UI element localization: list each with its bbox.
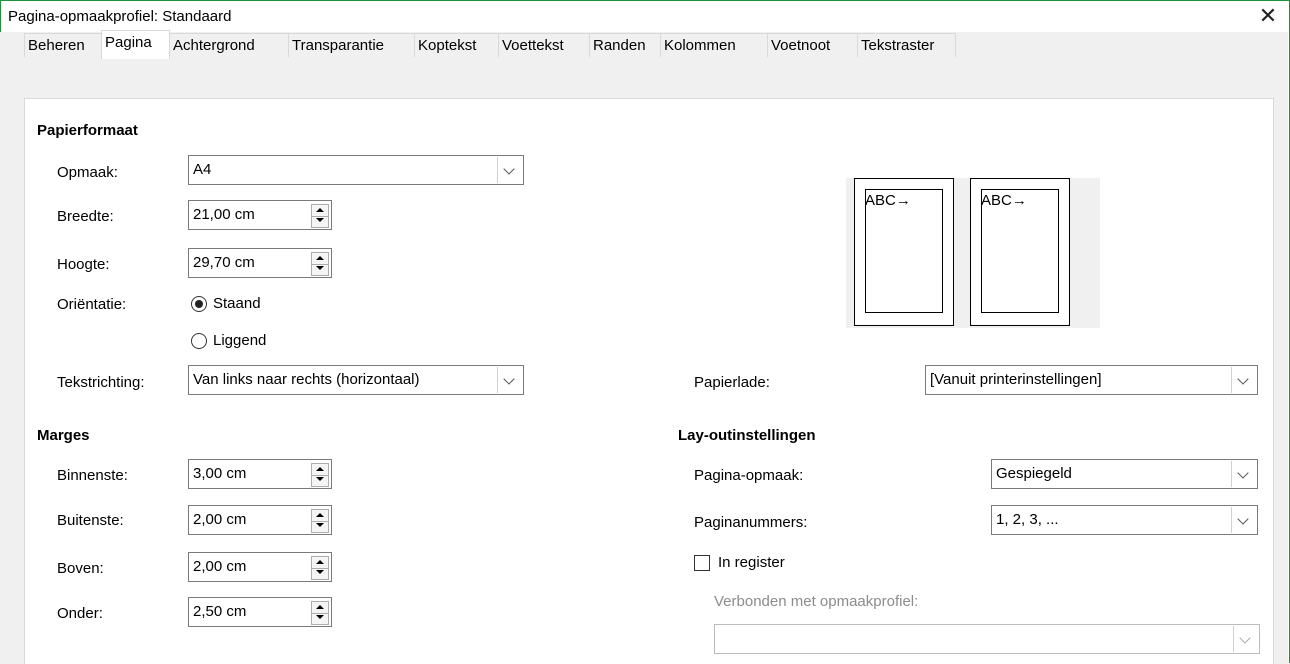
chevron-down-icon[interactable] — [1231, 367, 1256, 393]
height-spinner[interactable]: 29,70 cm — [188, 248, 332, 278]
landscape-label[interactable]: Liggend — [213, 332, 266, 349]
tab-voetnoot[interactable]: Voetnoot — [767, 33, 858, 57]
margins-header: Marges — [37, 427, 90, 444]
format-value: A4 — [193, 161, 212, 178]
page-layout-value: Gespiegeld — [996, 465, 1072, 482]
tab-voettekst[interactable]: Voettekst — [498, 33, 590, 57]
page-preview: ABC→ ABC→ — [846, 178, 1100, 328]
tab-randen[interactable]: Randen — [589, 33, 661, 57]
paper-tray-select[interactable]: [Vanuit printerinstellingen] — [925, 365, 1258, 395]
paper-tray-value: [Vanuit printerinstellingen] — [930, 371, 1102, 388]
page-layout-label: Pagina-opmaak: — [694, 467, 804, 484]
page-numbers-label: Paginanummers: — [694, 514, 808, 531]
chevron-down-icon[interactable] — [1231, 461, 1256, 487]
paper-format-header: Papierformaat — [37, 122, 138, 139]
register-checkbox[interactable] — [694, 555, 710, 571]
title-bar: Pagina-opmaakprofiel: Standaard ✕ — [0, 0, 1288, 32]
dialog-title: Pagina-opmaakprofiel: Standaard — [8, 8, 232, 25]
page-layout-select[interactable]: Gespiegeld — [991, 459, 1258, 489]
spin-down-icon[interactable] — [312, 613, 328, 624]
chevron-down-icon[interactable] — [1231, 507, 1256, 533]
chevron-down-icon[interactable] — [497, 157, 522, 183]
chevron-down-icon[interactable] — [1233, 626, 1258, 652]
register-label[interactable]: In register — [718, 554, 785, 571]
portrait-label[interactable]: Staand — [213, 295, 261, 312]
bottom-margin-label: Onder: — [57, 605, 103, 622]
top-margin-label: Boven: — [57, 560, 104, 577]
width-spinner[interactable]: 21,00 cm — [188, 200, 332, 230]
spin-down-icon[interactable] — [312, 216, 328, 227]
preview-right-text: ABC→ — [981, 192, 1027, 209]
width-value: 21,00 cm — [193, 206, 255, 223]
preview-left-page: ABC→ — [854, 178, 954, 326]
reference-style-select[interactable] — [714, 624, 1260, 654]
portrait-radio[interactable] — [191, 296, 207, 312]
inner-margin-spinner[interactable]: 3,00 cm — [188, 459, 332, 489]
top-margin-value: 2,00 cm — [193, 558, 247, 575]
format-label: Opmaak: — [57, 164, 118, 181]
tab-transparantie[interactable]: Transparantie — [288, 33, 415, 57]
chevron-down-icon[interactable] — [497, 367, 522, 393]
tab-kolommen[interactable]: Kolommen — [660, 33, 768, 57]
format-select[interactable]: A4 — [188, 155, 524, 185]
bottom-margin-value: 2,50 cm — [193, 603, 247, 620]
outer-margin-value: 2,00 cm — [193, 511, 247, 528]
height-label: Hoogte: — [57, 256, 110, 273]
tab-koptekst[interactable]: Koptekst — [414, 33, 499, 57]
spin-down-icon[interactable] — [312, 521, 328, 532]
text-direction-value: Van links naar rechts (horizontaal) — [193, 371, 420, 388]
inner-margin-value: 3,00 cm — [193, 465, 247, 482]
preview-right-page: ABC→ — [970, 178, 1070, 326]
text-direction-select[interactable]: Van links naar rechts (horizontaal) — [188, 365, 524, 395]
tab-tekstraster[interactable]: Tekstraster — [857, 33, 956, 57]
landscape-radio[interactable] — [191, 333, 207, 349]
page-numbers-value: 1, 2, 3, ... — [996, 511, 1059, 528]
orientation-label: Oriëntatie: — [57, 296, 127, 313]
layout-settings-header: Lay-outinstellingen — [678, 427, 816, 444]
bottom-margin-spinner[interactable]: 2,50 cm — [188, 597, 332, 627]
outer-margin-label: Buitenste: — [57, 512, 124, 529]
page-numbers-select[interactable]: 1, 2, 3, ... — [991, 505, 1258, 535]
preview-left-text: ABC→ — [865, 192, 911, 209]
inner-margin-label: Binnenste: — [57, 467, 128, 484]
tab-pagina[interactable]: Pagina — [101, 30, 170, 59]
width-label: Breedte: — [57, 208, 114, 225]
height-value: 29,70 cm — [193, 254, 255, 271]
spin-down-icon[interactable] — [312, 264, 328, 275]
paper-tray-label: Papierlade: — [694, 374, 770, 391]
top-margin-spinner[interactable]: 2,00 cm — [188, 552, 332, 582]
tab-achtergrond[interactable]: Achtergrond — [169, 33, 289, 57]
outer-margin-spinner[interactable]: 2,00 cm — [188, 505, 332, 535]
text-direction-label: Tekstrichting: — [57, 374, 145, 391]
close-icon[interactable]: ✕ — [1254, 2, 1282, 30]
tab-beheren[interactable]: Beheren — [24, 33, 102, 57]
reference-style-label: Verbonden met opmaakprofiel: — [714, 593, 919, 610]
spin-down-icon[interactable] — [312, 475, 328, 486]
spin-down-icon[interactable] — [312, 568, 328, 579]
